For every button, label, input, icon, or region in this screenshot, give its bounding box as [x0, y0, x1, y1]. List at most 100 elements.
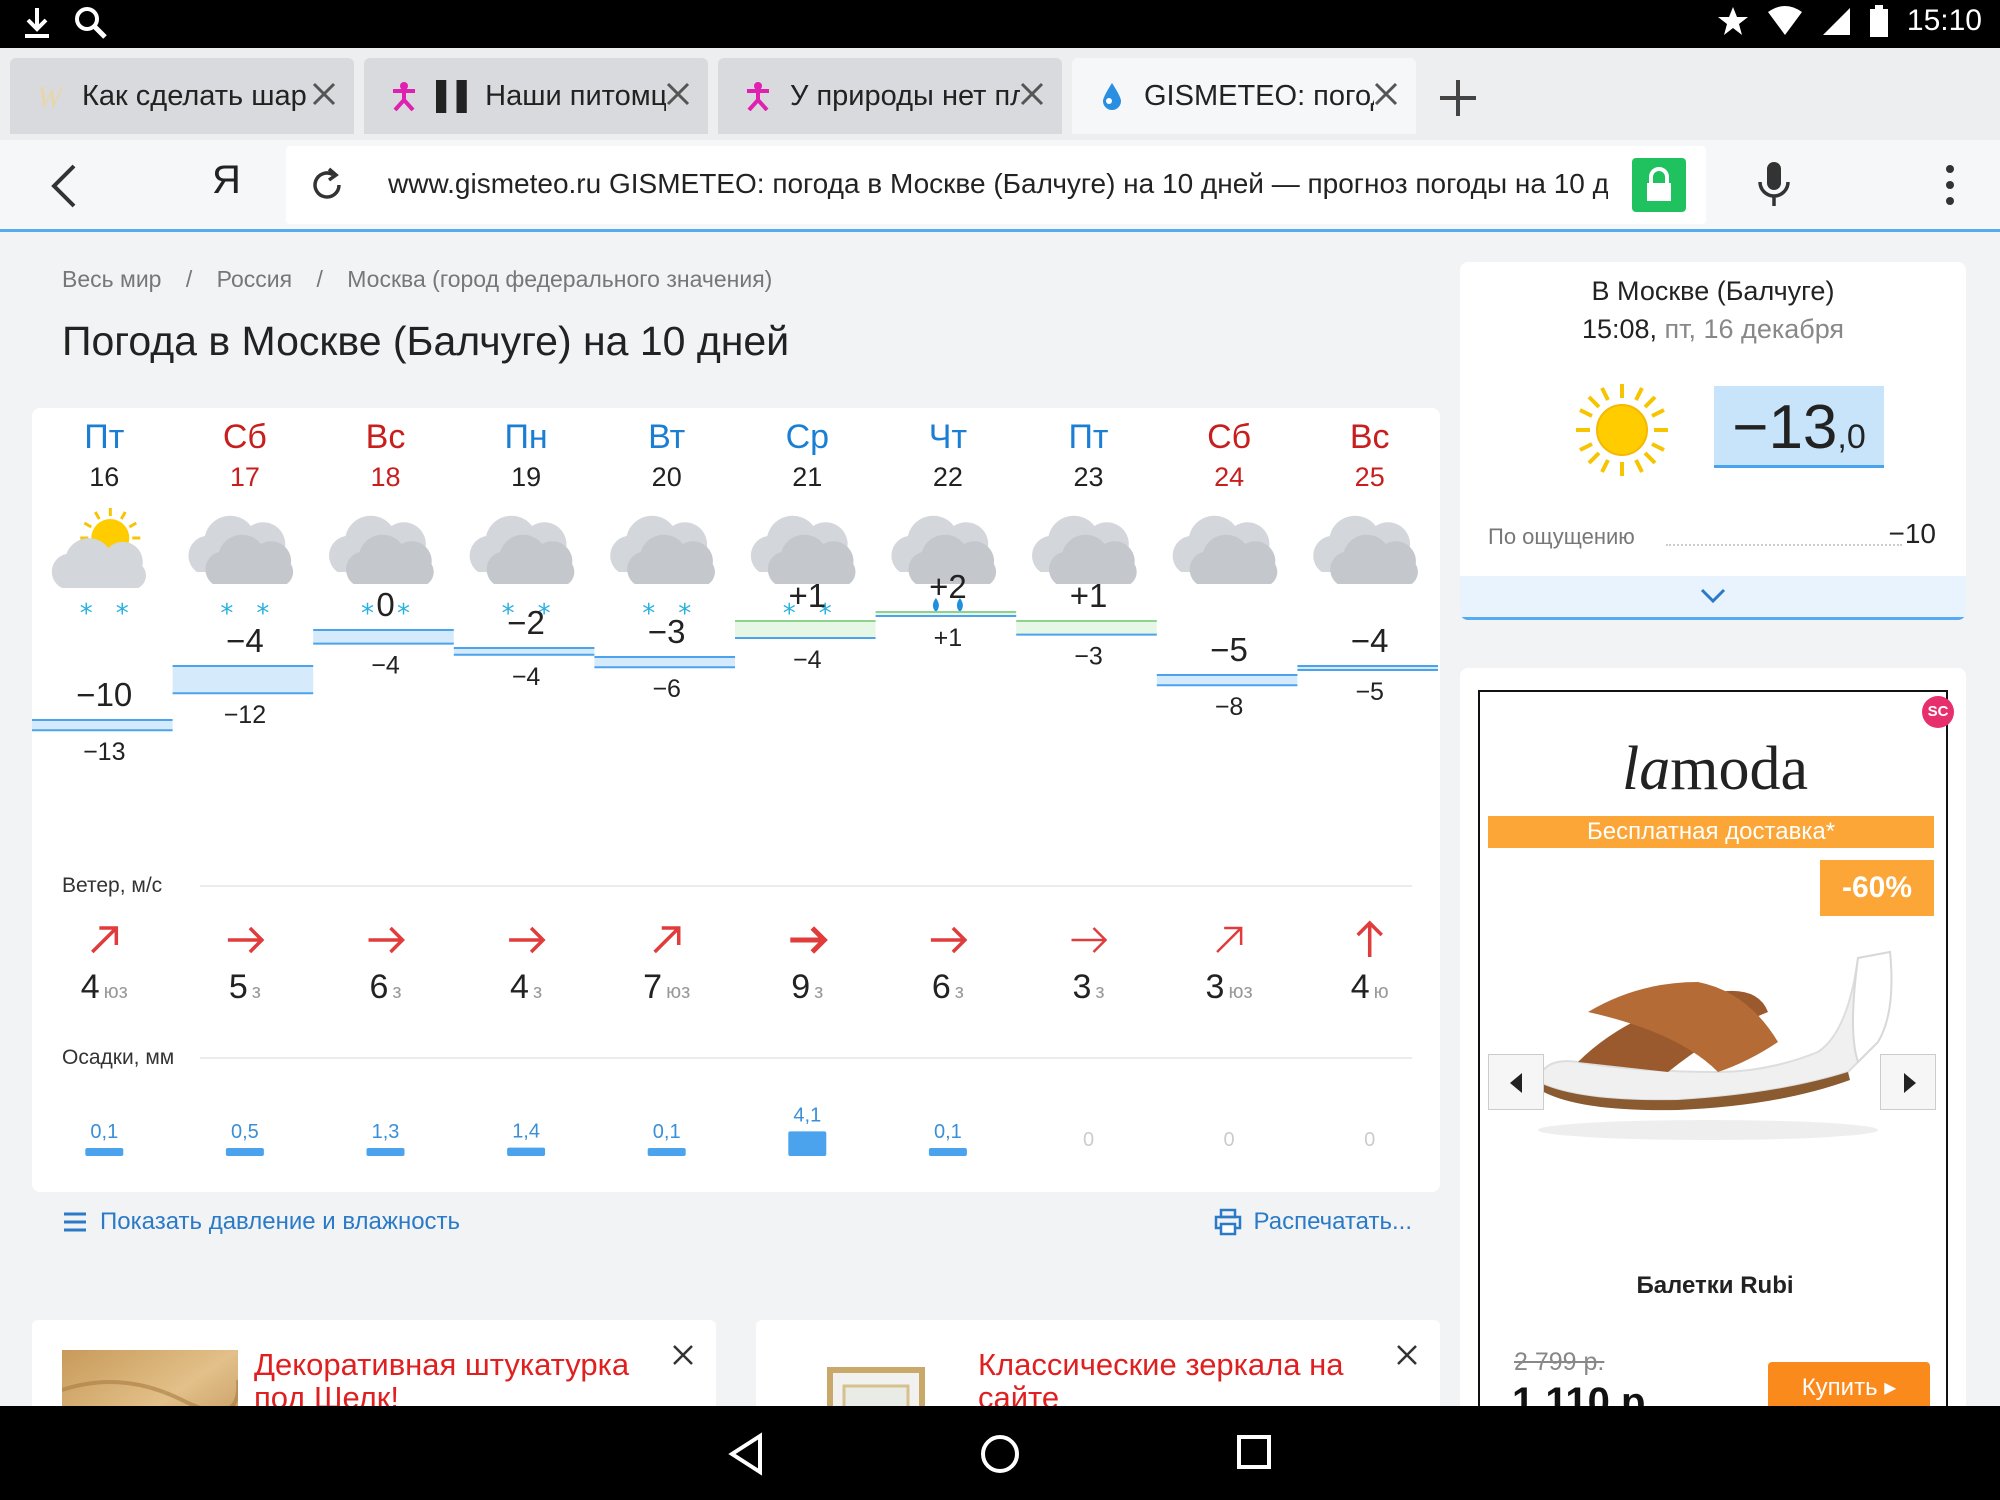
- address-bar: Я www.gismeteo.ru GISMETEO: погода в Мос…: [0, 140, 2000, 232]
- day-of-week: Вс: [1350, 418, 1390, 456]
- close-icon[interactable]: [308, 78, 340, 110]
- precip-value: 0,1: [90, 1121, 118, 1143]
- day-of-week: Пн: [504, 418, 547, 456]
- snowflake: *: [361, 599, 374, 629]
- nav-recents-icon[interactable]: [1234, 1432, 1274, 1472]
- wind-arrow-icon: [91, 926, 119, 954]
- product-name[interactable]: Балетки Rubi: [1480, 1272, 1950, 1300]
- lock-icon[interactable]: [1632, 158, 1686, 212]
- snowflake: *: [80, 599, 93, 629]
- lamoda-logo-a: la: [1622, 735, 1671, 803]
- wind-arrow-shape: [1356, 920, 1383, 957]
- wikihow-icon: W: [32, 78, 68, 114]
- close-icon[interactable]: [662, 78, 694, 110]
- sandal-image: [1536, 950, 1893, 1140]
- close-icon[interactable]: [1016, 78, 1048, 110]
- carousel-next-button[interactable]: [1880, 1054, 1936, 1110]
- url-field[interactable]: www.gismeteo.ru GISMETEO: погода в Москв…: [286, 146, 1706, 224]
- wind-arrow-shape: [1071, 927, 1108, 953]
- day-of-week: Пт: [1068, 418, 1108, 456]
- signal-icon: [1822, 8, 1850, 35]
- temperature-max: +1: [1070, 577, 1108, 614]
- precip-bar: [788, 1131, 827, 1156]
- day-column: Пт 23 +1 −3 3 з 0: [1016, 418, 1157, 1151]
- precip-value: 1,4: [512, 1121, 540, 1143]
- ad-badge: SC: [1922, 696, 1954, 728]
- more-menu-icon[interactable]: [1940, 162, 1960, 208]
- snowflake: *: [397, 599, 410, 629]
- nav-back-icon[interactable]: [726, 1432, 766, 1476]
- svg-text:W: W: [37, 81, 65, 111]
- url-text: www.gismeteo.ru GISMETEO: погода в Москв…: [388, 168, 1608, 199]
- day-column: Пн19* *−2−44 з1,4: [453, 418, 595, 1156]
- cloud-icon: [1032, 515, 1137, 584]
- feels-like-leader: [1666, 544, 1902, 546]
- cloud-icon: [1313, 515, 1418, 584]
- new-tab-icon[interactable]: [1426, 66, 1490, 130]
- show-pressure-link[interactable]: Показать давление и влажность: [62, 1208, 460, 1236]
- temperature-max: −4: [226, 622, 264, 659]
- wind-arrow-shape: [91, 926, 119, 954]
- precip-value: 0,1: [934, 1121, 962, 1143]
- sun-ray: [120, 511, 127, 520]
- snowflake: *: [116, 599, 129, 629]
- wind-arrow-shape: [653, 926, 681, 954]
- tab-4-active[interactable]: GISMETEO: погода: [1072, 58, 1416, 134]
- close-icon[interactable]: [1394, 1342, 1420, 1368]
- lamoda-logo: lamoda: [1480, 734, 1950, 805]
- ad-text[interactable]: Классические зеркала на сайте: [978, 1348, 1398, 1414]
- wind-speed: 4: [510, 968, 529, 1006]
- wind-value: 3 юз: [1206, 968, 1253, 1006]
- day-column: Вс 18 * *0 −4 6 з 1,3: [313, 418, 454, 1156]
- breadcrumb-sep: /: [185, 266, 193, 292]
- sun-ray: [83, 521, 92, 529]
- breadcrumb-russia[interactable]: Россия: [217, 266, 292, 292]
- precip-value: 0: [1083, 1129, 1094, 1151]
- feels-like-value: −10: [1888, 518, 1937, 549]
- wind-speed: 4: [81, 968, 100, 1006]
- close-icon[interactable]: [670, 1342, 696, 1368]
- yandex-logo[interactable]: Я: [212, 158, 241, 203]
- tab-2[interactable]: ▌▌ Наши питомцы: [364, 58, 708, 134]
- wind-speed: 7: [643, 968, 662, 1006]
- wind-direction: юз: [1228, 981, 1252, 1003]
- wind-value: 4з: [510, 968, 542, 1006]
- wind-arrow-shape: [930, 926, 968, 954]
- precip-value: 0: [1364, 1129, 1375, 1151]
- ad-lamoda[interactable]: lamoda SC Бесплатная доставка* -60% Бале…: [1460, 668, 1966, 1500]
- wind-direction: юз: [104, 981, 128, 1003]
- carousel-prev-button[interactable]: [1488, 1054, 1544, 1110]
- reload-icon[interactable]: [308, 166, 346, 204]
- wind-arrow-shape: [227, 926, 265, 954]
- status-bar: 15:10: [0, 0, 2000, 48]
- temperature-min: +1: [934, 624, 963, 652]
- day-of-week: Сб: [1207, 418, 1251, 456]
- forecast-table: Ветер, м/с Осадки, мм Пт 16 * * −10 −13 4 юз 0,1 Сб…: [32, 408, 1440, 1192]
- temperature-min: −13: [83, 738, 125, 766]
- print-link[interactable]: Распечатать...: [1214, 1208, 1412, 1236]
- wind-arrow-shape: [1216, 926, 1243, 953]
- wind-value: 6з: [932, 968, 964, 1006]
- current-temperature-int: −13: [1732, 393, 1838, 462]
- clock: 15:10: [1906, 4, 1982, 37]
- mic-icon[interactable]: [1754, 160, 1794, 210]
- temperature-band: [735, 621, 876, 638]
- temperature-max: +2: [929, 568, 967, 605]
- tab-1[interactable]: W Как сделать шар: [10, 58, 354, 134]
- close-icon[interactable]: [1370, 78, 1402, 110]
- expand-toggle[interactable]: [1460, 576, 1966, 620]
- breadcrumb-moscow[interactable]: Москва (город федерального значения): [347, 266, 772, 292]
- day-date: 17: [230, 462, 260, 492]
- sun-icon: [1576, 384, 1668, 476]
- ad-text[interactable]: Декоративная штукатурка под Шелк!: [254, 1348, 674, 1414]
- nav-home-icon[interactable]: [978, 1432, 1022, 1476]
- temperature-min: −12: [224, 701, 266, 729]
- current-temperature: −13,0: [1714, 392, 1884, 463]
- current-date: пт, 16 декабря: [1664, 314, 1845, 344]
- back-icon[interactable]: [44, 162, 84, 210]
- wind-speed: 3: [1072, 968, 1091, 1006]
- breadcrumb-world[interactable]: Весь мир: [62, 266, 161, 292]
- wind-speed: 5: [229, 968, 248, 1006]
- navigation-bar: [0, 1406, 2000, 1500]
- tab-3[interactable]: У природы нет пл: [718, 58, 1062, 134]
